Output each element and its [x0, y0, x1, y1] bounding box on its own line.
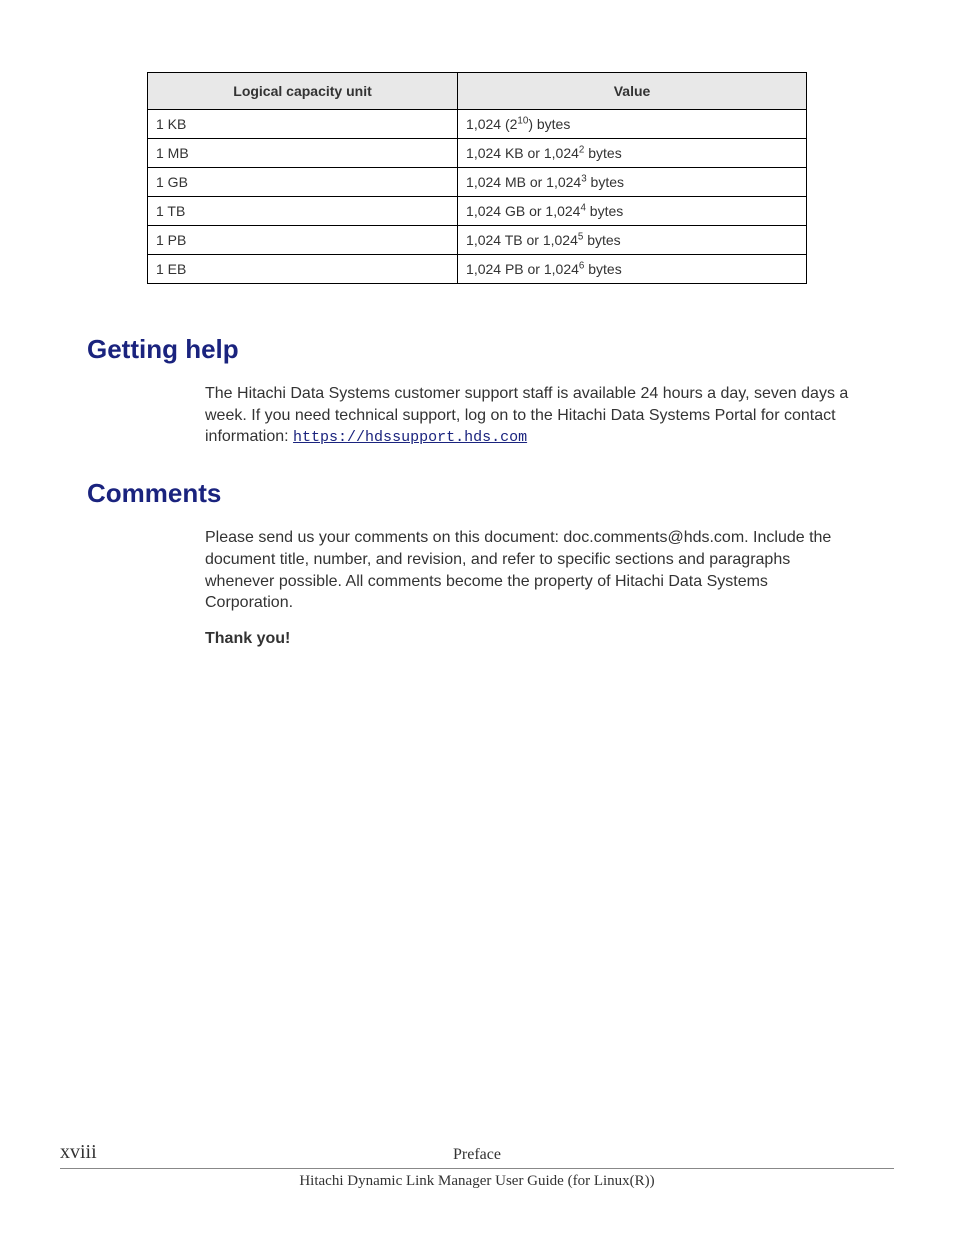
page-footer: xviii Preface Hitachi Dynamic Link Manag…: [60, 1141, 894, 1190]
cell-value: 1,024 KB or 1,0242 bytes: [458, 139, 807, 168]
cell-unit: 1 GB: [148, 168, 458, 197]
cell-value: 1,024 MB or 1,0243 bytes: [458, 168, 807, 197]
heading-getting-help: Getting help: [87, 334, 867, 365]
heading-comments: Comments: [87, 478, 867, 509]
cell-unit: 1 MB: [148, 139, 458, 168]
page-content: Logical capacity unit Value 1 KB 1,024 (…: [87, 72, 867, 649]
getting-help-body: The Hitachi Data Systems customer suppor…: [205, 383, 855, 448]
comments-text: Please send us your comments on this doc…: [205, 527, 855, 613]
table-row: 1 PB 1,024 TB or 1,0245 bytes: [148, 226, 807, 255]
cell-unit: 1 TB: [148, 197, 458, 226]
cell-value: 1,024 GB or 1,0244 bytes: [458, 197, 807, 226]
footer-section-name: Preface: [180, 1146, 774, 1164]
page-number: xviii: [60, 1141, 180, 1164]
cell-unit: 1 EB: [148, 255, 458, 284]
cell-value: 1,024 PB or 1,0246 bytes: [458, 255, 807, 284]
comments-body: Please send us your comments on this doc…: [205, 527, 855, 649]
table-header-value: Value: [458, 73, 807, 110]
table-row: 1 MB 1,024 KB or 1,0242 bytes: [148, 139, 807, 168]
cell-value: 1,024 TB or 1,0245 bytes: [458, 226, 807, 255]
cell-value: 1,024 (210) bytes: [458, 110, 807, 139]
table-row: 1 TB 1,024 GB or 1,0244 bytes: [148, 197, 807, 226]
table-row: 1 GB 1,024 MB or 1,0243 bytes: [148, 168, 807, 197]
cell-unit: 1 PB: [148, 226, 458, 255]
table-header-unit: Logical capacity unit: [148, 73, 458, 110]
table-row: 1 EB 1,024 PB or 1,0246 bytes: [148, 255, 807, 284]
support-link[interactable]: https://hdssupport.hds.com: [293, 429, 527, 446]
table-row: 1 KB 1,024 (210) bytes: [148, 110, 807, 139]
cell-unit: 1 KB: [148, 110, 458, 139]
capacity-table: Logical capacity unit Value 1 KB 1,024 (…: [147, 72, 807, 284]
thank-you: Thank you!: [205, 628, 855, 650]
footer-doc-title: Hitachi Dynamic Link Manager User Guide …: [60, 1173, 894, 1190]
